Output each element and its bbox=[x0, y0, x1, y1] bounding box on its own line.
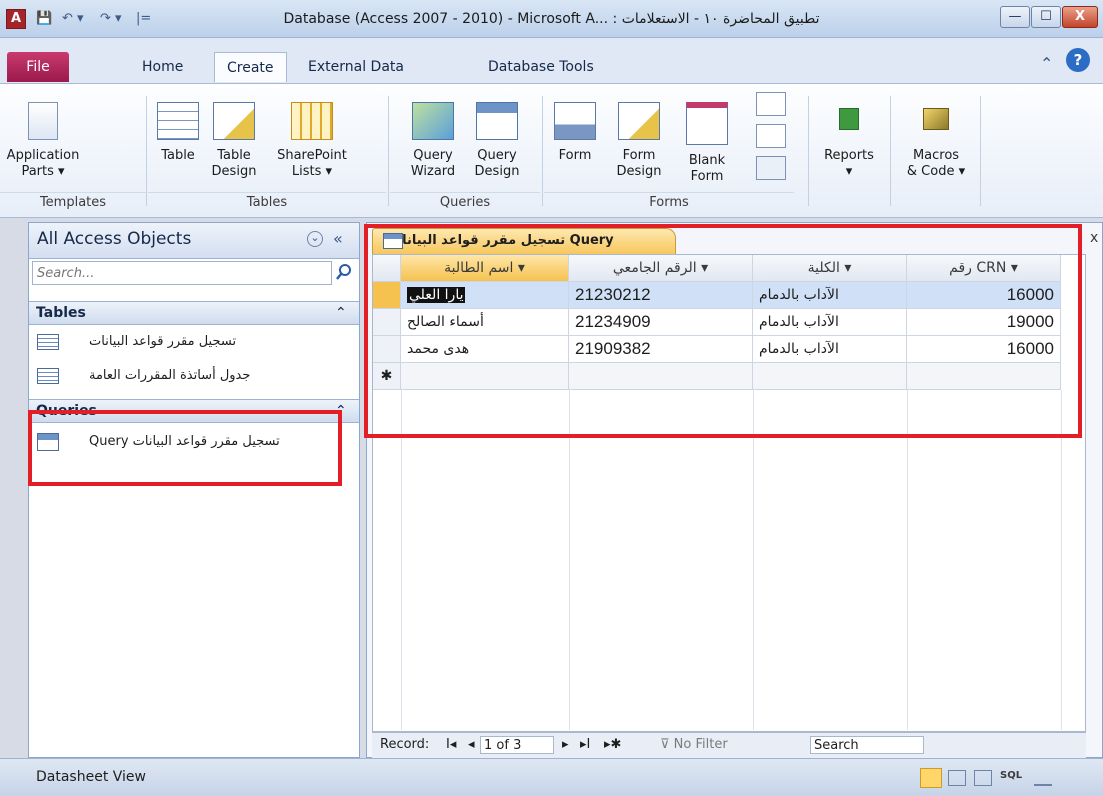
grid-line bbox=[907, 390, 908, 730]
table-icon bbox=[37, 368, 59, 384]
navigation-pane: All Access Objects ⌄ « Tables ⌃ تسجيل مق… bbox=[28, 222, 360, 758]
status-bar: Datasheet View SQL bbox=[0, 758, 1103, 796]
current-record-field[interactable]: 1 of 3 bbox=[480, 736, 554, 754]
group-separator bbox=[890, 96, 891, 206]
group-label-forms: Forms bbox=[544, 192, 794, 212]
redo-icon[interactable]: ↷ ▾ bbox=[100, 10, 122, 28]
minimize-button[interactable]: — bbox=[1000, 6, 1030, 28]
grid-line bbox=[753, 390, 754, 730]
access-app-icon[interactable]: A bbox=[6, 9, 26, 29]
query-wizard-button[interactable]: Query Wizard bbox=[402, 102, 464, 180]
query-wizard-icon bbox=[412, 102, 454, 140]
form-design-icon bbox=[618, 102, 660, 140]
ribbon-tabs: File Home Create External Data Database … bbox=[0, 38, 1103, 84]
sql-view-icon[interactable]: SQL bbox=[1000, 770, 1022, 781]
tab-external-data[interactable]: External Data bbox=[296, 52, 416, 82]
grid-line bbox=[401, 390, 402, 730]
highlight-box-datasheet bbox=[364, 224, 1082, 438]
group-separator bbox=[146, 96, 147, 206]
customize-qat-icon[interactable]: |= bbox=[136, 10, 151, 28]
application-parts-icon bbox=[28, 102, 58, 140]
sharepoint-lists-icon bbox=[291, 102, 333, 140]
help-icon[interactable]: ? bbox=[1066, 48, 1090, 72]
table-icon bbox=[37, 334, 59, 350]
query-design-icon bbox=[476, 102, 518, 140]
design-view-icon[interactable] bbox=[1034, 770, 1052, 786]
table-design-icon bbox=[213, 102, 255, 140]
navigation-form-icon[interactable] bbox=[756, 92, 786, 116]
nav-item-label: تسجيل مقرر قواعد البيانات bbox=[89, 334, 237, 349]
grid-line bbox=[1061, 390, 1062, 730]
highlight-box-nav-query bbox=[28, 410, 342, 486]
blank-form-button[interactable]: Blank Form bbox=[676, 102, 738, 185]
datasheet-view-icon[interactable] bbox=[920, 768, 942, 788]
group-separator bbox=[980, 96, 981, 206]
sharepoint-lists-button[interactable]: SharePoint Lists ▾ bbox=[262, 102, 362, 180]
nav-item-table[interactable]: جدول أساتذة المقررات العامة bbox=[29, 361, 359, 391]
close-document-icon[interactable]: x bbox=[1090, 230, 1098, 246]
table-icon bbox=[157, 102, 199, 140]
next-record-icon[interactable]: ▸ bbox=[562, 733, 569, 757]
save-icon[interactable]: 💾 bbox=[36, 10, 52, 28]
window-title: Database (Access 2007 - 2010) - Microsof… bbox=[283, 11, 820, 27]
status-text: Datasheet View bbox=[36, 769, 146, 785]
collapse-chevron-icon[interactable]: ⌃ bbox=[335, 302, 347, 324]
group-label-tables: Tables bbox=[148, 192, 386, 212]
record-search-input[interactable]: Search bbox=[810, 736, 924, 754]
group-separator bbox=[808, 96, 809, 206]
more-forms-icon[interactable] bbox=[756, 124, 786, 148]
record-label: Record: bbox=[380, 737, 430, 752]
minimize-ribbon-icon[interactable]: ⌃ bbox=[1040, 54, 1053, 73]
tab-database-tools[interactable]: Database Tools bbox=[476, 52, 606, 82]
filter-indicator[interactable]: ⊽ No Filter bbox=[660, 733, 728, 757]
first-record-icon[interactable]: I◂ bbox=[446, 733, 456, 757]
macros-icon bbox=[923, 108, 949, 130]
blank-form-icon bbox=[686, 102, 728, 145]
group-separator bbox=[542, 96, 543, 206]
close-button[interactable]: X bbox=[1062, 6, 1098, 28]
query-design-button[interactable]: Query Design bbox=[466, 102, 528, 180]
tab-home[interactable]: Home bbox=[130, 52, 195, 82]
previous-record-icon[interactable]: ◂ bbox=[468, 733, 475, 757]
undo-icon[interactable]: ↶ ▾ bbox=[62, 10, 84, 28]
grid-line bbox=[569, 390, 570, 730]
form-button[interactable]: Form bbox=[550, 102, 600, 164]
record-navigation-bar: Record: I◂ ◂ 1 of 3 ▸ ▸I ▸✱ ⊽ No Filter … bbox=[372, 732, 1086, 758]
tab-create[interactable]: Create bbox=[214, 52, 287, 82]
title-bar: Database (Access 2007 - 2010) - Microsof… bbox=[0, 0, 1103, 38]
nav-title: All Access Objects bbox=[37, 229, 192, 249]
group-label-queries: Queries bbox=[390, 192, 540, 212]
nav-header[interactable]: All Access Objects ⌄ « bbox=[29, 223, 359, 259]
last-record-icon[interactable]: ▸I bbox=[580, 733, 590, 757]
maximize-button[interactable]: ☐ bbox=[1031, 6, 1061, 28]
ribbon: Application Parts ▾ Templates Table Tabl… bbox=[0, 84, 1103, 218]
nav-dropdown-icon[interactable]: ⌄ bbox=[307, 231, 323, 247]
group-tables-label: Tables bbox=[36, 305, 86, 321]
table-design-button[interactable]: Table Design bbox=[206, 102, 262, 180]
reports-button[interactable]: Reports ▾ bbox=[812, 102, 886, 180]
form-design-button[interactable]: Form Design bbox=[608, 102, 670, 180]
pivottable-view-icon[interactable] bbox=[948, 770, 966, 786]
tab-file[interactable]: File bbox=[7, 52, 69, 82]
search-icon[interactable] bbox=[335, 263, 353, 281]
group-tables[interactable]: Tables ⌃ bbox=[29, 301, 359, 325]
pivotchart-view-icon[interactable] bbox=[974, 770, 992, 786]
group-separator bbox=[388, 96, 389, 206]
nav-search-input[interactable] bbox=[32, 261, 332, 285]
form-icon bbox=[554, 102, 596, 140]
nav-item-label: جدول أساتذة المقررات العامة bbox=[89, 368, 251, 383]
shutter-collapse-icon[interactable]: « bbox=[333, 229, 343, 248]
macros-code-button[interactable]: Macros & Code ▾ bbox=[892, 102, 980, 180]
application-parts-button[interactable]: Application Parts ▾ bbox=[2, 102, 84, 180]
new-blank-record-icon[interactable]: ▸✱ bbox=[604, 733, 621, 757]
table-button[interactable]: Table bbox=[152, 102, 204, 164]
no-filter-icon: ⊽ bbox=[660, 737, 670, 752]
form-wizard-icon[interactable] bbox=[756, 156, 786, 180]
reports-icon bbox=[839, 108, 859, 130]
nav-item-table[interactable]: تسجيل مقرر قواعد البيانات bbox=[29, 327, 359, 357]
group-label-templates: Templates bbox=[0, 192, 146, 212]
